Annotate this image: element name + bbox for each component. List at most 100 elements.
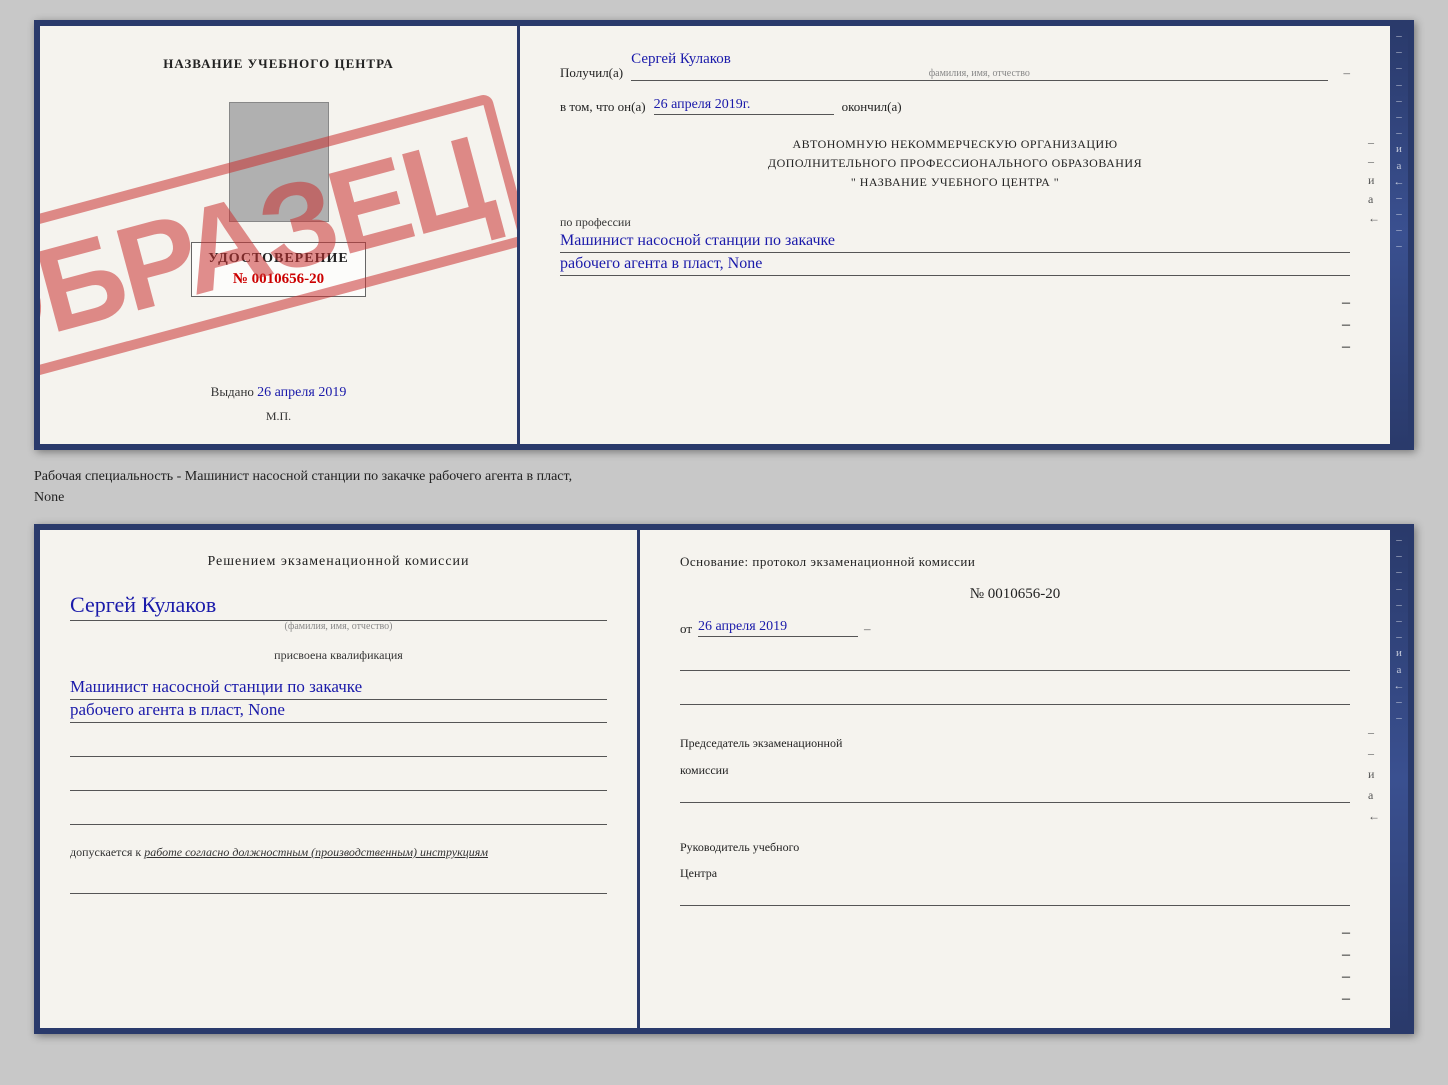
top-left-panel: НАЗВАНИЕ УЧЕБНОГО ЦЕНТРА ОБРАЗЕЦ УДОСТОВ… bbox=[40, 26, 520, 444]
sig-line2 bbox=[70, 771, 607, 791]
bottom-document: Решением экзаменационной комиссии Сергей… bbox=[34, 524, 1414, 1034]
assigned-label: присвоена квалификация bbox=[70, 648, 607, 663]
profession-line1: Машинист насосной станции по закачке bbox=[560, 232, 1350, 253]
protocol-dash: – bbox=[864, 621, 871, 637]
marker-i: и bbox=[1368, 173, 1380, 188]
sdb12: – bbox=[1396, 712, 1402, 725]
bottom-name-hint: (фамилия, имя, отчество) bbox=[70, 621, 607, 632]
marker-a: а bbox=[1368, 192, 1380, 207]
sdb2: – bbox=[1396, 550, 1402, 563]
top-document: НАЗВАНИЕ УЧЕБНОГО ЦЕНТРА ОБРАЗЕЦ УДОСТОВ… bbox=[34, 20, 1414, 450]
dopuskaetsya-label: допускается к bbox=[70, 845, 141, 859]
sd1: – bbox=[1396, 30, 1402, 43]
rsm-arrow: ← bbox=[1368, 809, 1380, 824]
sdb1: – bbox=[1396, 534, 1402, 547]
rukovoditel-block: Руководитель учебного Центра bbox=[680, 829, 1350, 907]
bottom-left-panel: Решением экзаменационной комиссии Сергей… bbox=[40, 530, 640, 1028]
sdb5: – bbox=[1396, 599, 1402, 612]
vydano-line: Выдано 26 апреля 2019 bbox=[211, 364, 347, 401]
marker-dash1: – bbox=[1368, 135, 1380, 150]
sdb11: – bbox=[1396, 696, 1402, 709]
sd4: – bbox=[1396, 79, 1402, 92]
td3: – bbox=[1342, 338, 1350, 356]
vydano-label: Выдано bbox=[211, 384, 254, 399]
vtom-value: 26 апреля 2019г. bbox=[654, 97, 834, 115]
separator-line2: None bbox=[34, 487, 1414, 508]
predsedatel-sig bbox=[680, 783, 1350, 803]
sd3: – bbox=[1396, 62, 1402, 75]
rukovoditel-line2: Центра bbox=[680, 865, 1350, 882]
sig-line3 bbox=[70, 805, 607, 825]
right-side-markers: – – и а ← bbox=[1368, 725, 1380, 824]
top-left-title: НАЗВАНИЕ УЧЕБНОГО ЦЕНТРА bbox=[163, 56, 394, 72]
btd2: – bbox=[1342, 946, 1350, 964]
osnovaniye-title: Основание: протокол экзаменационной коми… bbox=[680, 554, 1350, 570]
bottom-name-block: Сергей Кулаков (фамилия, имя, отчество) bbox=[70, 592, 607, 632]
sig-line1 bbox=[70, 737, 607, 757]
predsedatel-block: Председатель экзаменационной комиссии – … bbox=[680, 725, 1350, 803]
top-right-panel: Получил(a) Сергей Кулаков фамилия, имя, … bbox=[520, 26, 1390, 444]
protocol-ot-label: от bbox=[680, 621, 692, 637]
separator-line1: Рабочая специальность - Машинист насосно… bbox=[34, 466, 1414, 487]
org-line2: ДОПОЛНИТЕЛЬНОГО ПРОФЕССИОНАЛЬНОГО ОБРАЗО… bbox=[560, 154, 1350, 173]
bottom-trailing-dashes: – – – – bbox=[680, 924, 1350, 1008]
udostoverenie-num: № 0010656-20 bbox=[208, 271, 348, 288]
org-line3: " НАЗВАНИЕ УЧЕБНОГО ЦЕНТРА " bbox=[560, 173, 1350, 192]
poluchil-value: Сергей Кулаков bbox=[631, 51, 731, 67]
profession-line2: рабочего агента в пласт, None bbox=[560, 255, 1350, 276]
decision-title: Решением экзаменационной комиссии bbox=[70, 554, 607, 570]
bottom-name-value: Сергей Кулаков bbox=[70, 592, 607, 621]
sdb4: – bbox=[1396, 583, 1402, 596]
po-professii-label: по профессии bbox=[560, 215, 1350, 230]
poluchil-label: Получил(a) bbox=[560, 65, 623, 81]
btd1: – bbox=[1342, 924, 1350, 942]
predsedatel-line1: Председатель экзаменационной bbox=[680, 735, 1350, 752]
td1: – bbox=[1342, 294, 1350, 312]
sd14: – bbox=[1396, 240, 1402, 253]
poluchil-field: Сергей Кулаков фамилия, имя, отчество bbox=[631, 50, 1327, 81]
right-sig1 bbox=[680, 651, 1350, 671]
photo-placeholder bbox=[229, 102, 329, 222]
sd5: – bbox=[1396, 95, 1402, 108]
dopuskaetsya-block: допускается к работе согласно должностны… bbox=[70, 845, 607, 860]
familiya-hint: фамилия, имя, отчество bbox=[631, 68, 1327, 79]
sdb7: – bbox=[1396, 631, 1402, 644]
qualification-line1: Машинист насосной станции по закачке bbox=[70, 677, 607, 700]
sdb8: и bbox=[1396, 647, 1402, 660]
sig-line-bottom bbox=[70, 874, 607, 894]
bottom-qualification-block: Машинист насосной станции по закачке раб… bbox=[70, 677, 607, 723]
btd4: – bbox=[1342, 990, 1350, 1008]
sd10: ← bbox=[1394, 176, 1405, 189]
sd7: – bbox=[1396, 127, 1402, 140]
marker-arrow: ← bbox=[1368, 211, 1380, 226]
side-stripe-right-top: – – – – – – – и а ← – – – – bbox=[1390, 26, 1408, 444]
sd12: – bbox=[1396, 208, 1402, 221]
sd9: а bbox=[1397, 160, 1402, 173]
rsm-a: а bbox=[1368, 788, 1380, 803]
rsm-dash2: – bbox=[1368, 746, 1380, 761]
rukovoditel-sig bbox=[680, 886, 1350, 906]
sd8: и bbox=[1396, 143, 1402, 156]
udostoverenie-box: УДОСТОВЕРЕНИЕ № 0010656-20 bbox=[191, 242, 365, 297]
rukovoditel-line1: Руководитель учебного bbox=[680, 839, 1350, 856]
org-line1: АВТОНОМНУЮ НЕКОММЕРЧЕСКУЮ ОРГАНИЗАЦИЮ bbox=[560, 135, 1350, 154]
right-sig2 bbox=[680, 685, 1350, 705]
udostoverenie-label: УДОСТОВЕРЕНИЕ bbox=[208, 251, 348, 267]
profession-block: по профессии Машинист насосной станции п… bbox=[560, 215, 1350, 276]
side-markers: – – и а ← bbox=[1368, 135, 1380, 226]
sdb10: ← bbox=[1394, 680, 1405, 693]
poluchil-row: Получил(a) Сергей Кулаков фамилия, имя, … bbox=[560, 50, 1350, 81]
marker-dash2: – bbox=[1368, 154, 1380, 169]
org-block: АВТОНОМНУЮ НЕКОММЕРЧЕСКУЮ ОРГАНИЗАЦИЮ ДО… bbox=[560, 135, 1350, 193]
vydano-date: 26 апреля 2019 bbox=[257, 385, 346, 400]
vtom-label: в том, что он(а) bbox=[560, 99, 646, 115]
sd11: – bbox=[1396, 192, 1402, 205]
predsedatel-line2: комиссии bbox=[680, 762, 1350, 779]
sdb3: – bbox=[1396, 566, 1402, 579]
rsm-i: и bbox=[1368, 767, 1380, 782]
protocol-date-row: от 26 апреля 2019 – bbox=[680, 617, 1350, 637]
dopuskaetsya-value: работе согласно должностным (производств… bbox=[144, 845, 488, 859]
sd2: – bbox=[1396, 46, 1402, 59]
mp-label: М.П. bbox=[266, 409, 291, 424]
td2: – bbox=[1342, 316, 1350, 334]
